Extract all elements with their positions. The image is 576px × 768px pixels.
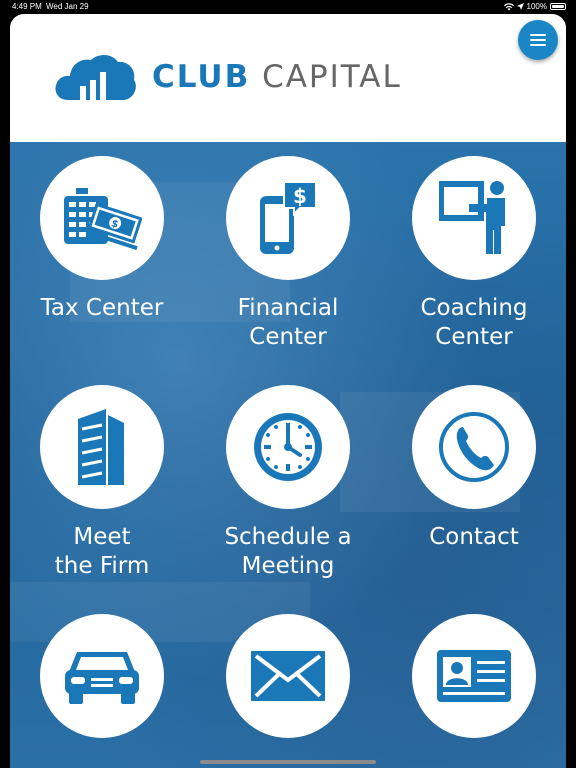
tile-email[interactable] bbox=[195, 614, 381, 752]
clock-icon bbox=[254, 413, 322, 481]
building-icon bbox=[78, 409, 124, 485]
tile-icon-circle bbox=[226, 385, 350, 509]
tile-id-card[interactable] bbox=[381, 614, 566, 752]
phone-dollar-icon: $ bbox=[260, 181, 317, 254]
tile-coaching-center[interactable]: Coaching Center bbox=[381, 156, 566, 352]
home-indicator[interactable] bbox=[200, 760, 376, 764]
cloud-chart-icon bbox=[55, 54, 136, 100]
car-icon bbox=[65, 652, 139, 704]
battery-icon bbox=[550, 3, 566, 10]
location-arrow-icon bbox=[516, 3, 524, 10]
tile-contact[interactable]: Contact bbox=[381, 385, 566, 552]
tile-icon-circle bbox=[40, 385, 164, 509]
tile-label: Schedule a Meeting bbox=[224, 524, 352, 579]
logo-text: CLUB CAPITAL bbox=[152, 59, 402, 95]
tile-schedule-a-meeting[interactable]: Schedule a Meeting bbox=[195, 385, 381, 581]
phone-handset-icon bbox=[439, 412, 509, 482]
tile-icon-circle bbox=[412, 614, 536, 738]
logo-word-capital: CAPITAL bbox=[262, 59, 402, 95]
tile-tax-center[interactable]: $ Tax Center bbox=[10, 156, 195, 323]
tile-icon-circle bbox=[226, 614, 350, 738]
id-card-icon bbox=[437, 650, 511, 702]
tile-label: Coaching Center bbox=[420, 295, 528, 350]
status-date: Wed Jan 29 bbox=[46, 2, 89, 11]
logo-word-club: CLUB bbox=[152, 59, 251, 95]
status-time: 4:49 PM bbox=[12, 2, 42, 11]
tile-icon-circle: $ bbox=[226, 156, 350, 280]
tile-label: Financial Center bbox=[237, 295, 339, 350]
app-header: CLUB CAPITAL bbox=[10, 14, 566, 142]
app-window: CLUB CAPITAL $ Tax Center $ Financial Ce… bbox=[10, 14, 566, 768]
status-bar: 4:49 PM Wed Jan 29 100% bbox=[0, 0, 576, 14]
tile-icon-circle bbox=[412, 156, 536, 280]
tile-icon-circle: $ bbox=[40, 156, 164, 280]
club-capital-logo: CLUB CAPITAL bbox=[54, 52, 402, 102]
presenter-board-icon bbox=[439, 181, 505, 254]
calculator-money-icon: $ bbox=[64, 188, 142, 250]
tile-meet-the-firm[interactable]: Meet the Firm bbox=[10, 385, 195, 581]
envelope-icon bbox=[251, 651, 325, 701]
tile-grid: $ Tax Center $ Financial Center Coaching… bbox=[10, 142, 566, 768]
tile-icon-circle bbox=[412, 385, 536, 509]
svg-text:$: $ bbox=[293, 184, 307, 208]
tile-label: Meet the Firm bbox=[54, 524, 150, 579]
tile-car[interactable] bbox=[10, 614, 195, 752]
battery-percent: 100% bbox=[526, 2, 547, 11]
tile-label: Tax Center bbox=[40, 295, 164, 321]
tile-icon-circle bbox=[40, 614, 164, 738]
wifi-icon bbox=[503, 2, 514, 10]
status-right: 100% bbox=[503, 2, 566, 11]
tile-financial-center[interactable]: $ Financial Center bbox=[195, 156, 381, 352]
menu-button[interactable] bbox=[518, 20, 558, 60]
tile-label: Contact bbox=[429, 524, 519, 550]
hamburger-icon bbox=[530, 34, 546, 46]
